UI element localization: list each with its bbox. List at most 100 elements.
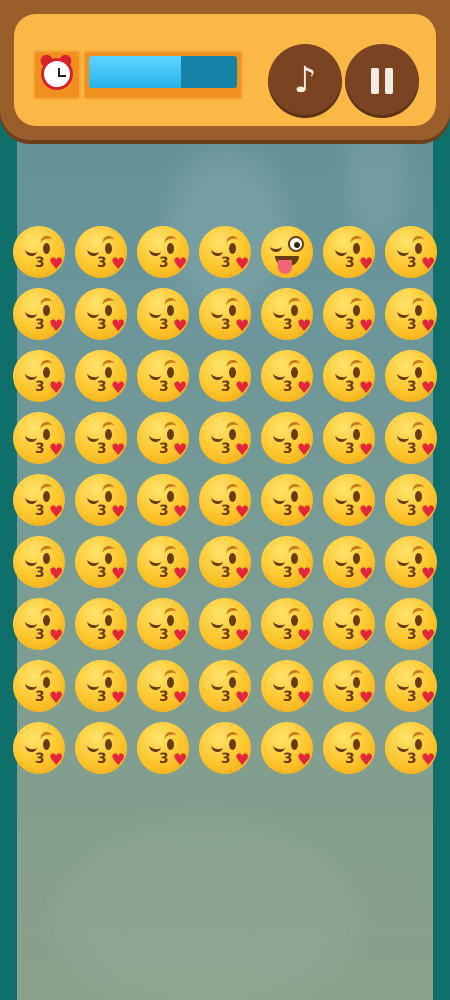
emoji-tile[interactable]: 3 ♥ <box>323 598 375 650</box>
background-haze <box>57 820 357 1000</box>
kissing-face-icon: 3 ♥ <box>261 412 313 464</box>
emoji-tile[interactable]: 3 ♥ <box>137 288 189 340</box>
emoji-tile[interactable]: 3 ♥ <box>137 474 189 526</box>
emoji-tile[interactable]: 3 ♥ <box>199 226 251 278</box>
kissing-face-icon: 3 ♥ <box>199 722 251 774</box>
kissing-face-icon: 3 ♥ <box>199 536 251 588</box>
emoji-tile[interactable]: 3 ♥ <box>385 536 437 588</box>
emoji-tile[interactable]: 3 ♥ <box>323 226 375 278</box>
kissing-face-icon: 3 ♥ <box>199 226 251 278</box>
kissing-face-icon: 3 ♥ <box>261 660 313 712</box>
pause-button[interactable] <box>345 44 419 118</box>
emoji-tile[interactable]: 3 ♥ <box>385 226 437 278</box>
emoji-tile[interactable]: 3 ♥ <box>323 536 375 588</box>
kissing-face-icon: 3 ♥ <box>199 288 251 340</box>
emoji-tile[interactable]: 3 ♥ <box>137 412 189 464</box>
kissing-face-icon: 3 ♥ <box>261 536 313 588</box>
kissing-face-icon: 3 ♥ <box>75 350 127 402</box>
emoji-tile[interactable]: 3 ♥ <box>385 722 437 774</box>
emoji-tile[interactable]: 3 ♥ <box>75 412 127 464</box>
emoji-tile[interactable]: 3 ♥ <box>13 660 65 712</box>
emoji-tile[interactable]: 3 ♥ <box>75 288 127 340</box>
emoji-tile[interactable]: 3 ♥ <box>261 598 313 650</box>
emoji-tile-odd[interactable] <box>261 226 313 278</box>
kissing-face-icon: 3 ♥ <box>75 412 127 464</box>
emoji-tile[interactable]: 3 ♥ <box>199 722 251 774</box>
emoji-tile[interactable]: 3 ♥ <box>13 226 65 278</box>
kissing-face-icon: 3 ♥ <box>75 474 127 526</box>
kissing-face-icon: 3 ♥ <box>261 722 313 774</box>
kissing-face-icon: 3 ♥ <box>323 722 375 774</box>
emoji-tile[interactable]: 3 ♥ <box>261 474 313 526</box>
emoji-tile[interactable]: 3 ♥ <box>385 288 437 340</box>
kissing-face-icon: 3 ♥ <box>385 536 437 588</box>
emoji-tile[interactable]: 3 ♥ <box>323 350 375 402</box>
kissing-face-icon: 3 ♥ <box>13 288 65 340</box>
emoji-tile[interactable]: 3 ♥ <box>261 536 313 588</box>
kissing-face-icon: 3 ♥ <box>385 350 437 402</box>
emoji-tile[interactable]: 3 ♥ <box>199 412 251 464</box>
emoji-tile[interactable]: 3 ♥ <box>199 474 251 526</box>
emoji-tile[interactable]: 3 ♥ <box>137 350 189 402</box>
emoji-tile[interactable]: 3 ♥ <box>199 288 251 340</box>
emoji-tile[interactable]: 3 ♥ <box>75 660 127 712</box>
kissing-face-icon: 3 ♥ <box>385 226 437 278</box>
emoji-tile[interactable]: 3 ♥ <box>75 598 127 650</box>
clock-face <box>41 58 73 90</box>
kissing-face-icon: 3 ♥ <box>261 598 313 650</box>
emoji-tile[interactable]: 3 ♥ <box>385 598 437 650</box>
emoji-tile[interactable]: 3 ♥ <box>323 288 375 340</box>
kissing-face-icon: 3 ♥ <box>323 288 375 340</box>
kissing-face-icon: 3 ♥ <box>199 660 251 712</box>
emoji-tile[interactable]: 3 ♥ <box>261 412 313 464</box>
winking-tongue-face-icon <box>261 226 313 278</box>
emoji-tile[interactable]: 3 ♥ <box>199 536 251 588</box>
emoji-tile[interactable]: 3 ♥ <box>13 474 65 526</box>
emoji-tile[interactable]: 3 ♥ <box>13 536 65 588</box>
emoji-tile[interactable]: 3 ♥ <box>137 598 189 650</box>
emoji-tile[interactable]: 3 ♥ <box>385 474 437 526</box>
emoji-tile[interactable]: 3 ♥ <box>75 226 127 278</box>
emoji-tile[interactable]: 3 ♥ <box>137 722 189 774</box>
music-toggle-button[interactable]: ♪ <box>268 44 342 118</box>
emoji-tile[interactable]: 3 ♥ <box>385 660 437 712</box>
emoji-tile[interactable]: 3 ♥ <box>261 350 313 402</box>
kissing-face-icon: 3 ♥ <box>75 226 127 278</box>
emoji-tile[interactable]: 3 ♥ <box>13 412 65 464</box>
emoji-tile[interactable]: 3 ♥ <box>13 598 65 650</box>
kissing-face-icon: 3 ♥ <box>137 598 189 650</box>
emoji-tile[interactable]: 3 ♥ <box>137 226 189 278</box>
kissing-face-icon: 3 ♥ <box>75 536 127 588</box>
emoji-tile[interactable]: 3 ♥ <box>199 660 251 712</box>
emoji-tile[interactable]: 3 ♥ <box>199 598 251 650</box>
kissing-face-icon: 3 ♥ <box>137 226 189 278</box>
emoji-tile[interactable]: 3 ♥ <box>385 350 437 402</box>
timer-bar <box>83 50 243 100</box>
emoji-tile[interactable]: 3 ♥ <box>323 412 375 464</box>
emoji-tile[interactable]: 3 ♥ <box>75 536 127 588</box>
emoji-tile[interactable]: 3 ♥ <box>137 660 189 712</box>
kissing-face-icon: 3 ♥ <box>385 412 437 464</box>
emoji-tile[interactable]: 3 ♥ <box>261 660 313 712</box>
emoji-tile[interactable]: 3 ♥ <box>75 350 127 402</box>
kissing-face-icon: 3 ♥ <box>137 412 189 464</box>
kissing-face-icon: 3 ♥ <box>13 350 65 402</box>
kissing-face-icon: 3 ♥ <box>13 474 65 526</box>
emoji-tile[interactable]: 3 ♥ <box>75 474 127 526</box>
emoji-tile[interactable]: 3 ♥ <box>323 474 375 526</box>
emoji-tile[interactable]: 3 ♥ <box>261 722 313 774</box>
emoji-tile[interactable]: 3 ♥ <box>385 412 437 464</box>
emoji-tile[interactable]: 3 ♥ <box>13 722 65 774</box>
timer-track <box>89 56 237 88</box>
kissing-face-icon: 3 ♥ <box>137 722 189 774</box>
emoji-tile[interactable]: 3 ♥ <box>137 536 189 588</box>
kissing-face-icon: 3 ♥ <box>13 660 65 712</box>
emoji-tile[interactable]: 3 ♥ <box>13 288 65 340</box>
emoji-tile[interactable]: 3 ♥ <box>261 288 313 340</box>
emoji-tile[interactable]: 3 ♥ <box>199 350 251 402</box>
emoji-tile[interactable]: 3 ♥ <box>75 722 127 774</box>
kissing-face-icon: 3 ♥ <box>75 722 127 774</box>
emoji-tile[interactable]: 3 ♥ <box>323 660 375 712</box>
emoji-tile[interactable]: 3 ♥ <box>13 350 65 402</box>
emoji-tile[interactable]: 3 ♥ <box>323 722 375 774</box>
